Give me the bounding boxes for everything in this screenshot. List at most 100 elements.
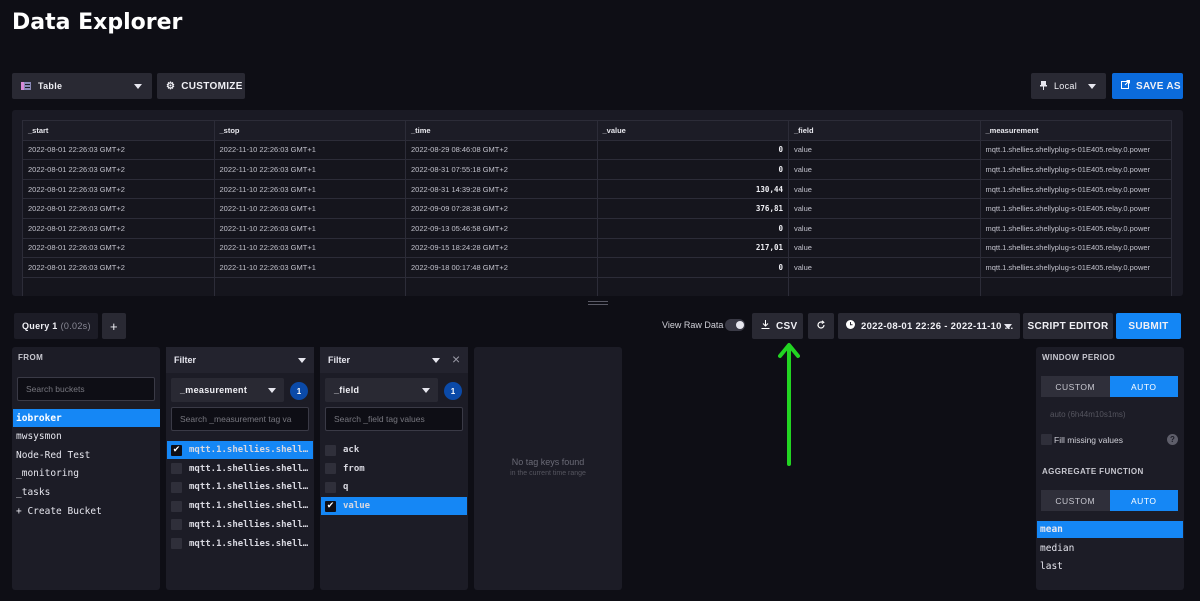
tag-value-label: ack [343, 445, 360, 455]
close-icon[interactable]: × [452, 351, 460, 367]
table-cell: 2022-08-01 22:26:03 GMT+2 [22, 139, 215, 161]
fill-missing-checkbox[interactable] [1041, 434, 1052, 445]
aggregate-function-item[interactable]: mean [1037, 521, 1183, 538]
empty-filter-panel: No tag keys found in the current time ra… [474, 347, 622, 590]
filter-header[interactable]: Filter [166, 347, 314, 373]
table-cell: 0 [596, 217, 789, 239]
aggregate-custom-button[interactable]: CUSTOM [1041, 490, 1110, 511]
aggregate-auto-button[interactable]: AUTO [1109, 490, 1178, 511]
aggregate-toggle: CUSTOM AUTO [1041, 490, 1178, 511]
tag-value-label: q [343, 482, 349, 493]
table-cell [788, 276, 981, 296]
from-panel: FROM Search buckets iobroker mwsysmon Node… [12, 347, 160, 590]
tag-value-label: mqtt.1.shellies.shell… [189, 445, 309, 455]
view-type-dropdown[interactable]: Table [12, 73, 152, 99]
tag-value-label: mqtt.1.shellies.shell… [189, 519, 309, 530]
filter-header[interactable]: Filter × [320, 347, 468, 373]
window-period-header: WINDOW PERIOD [1042, 353, 1116, 362]
tag-key-dropdown[interactable]: _measurement [171, 378, 284, 402]
results-table: _start _stop _time _value _field _measurement… [22, 120, 1172, 296]
checkbox-checked-icon[interactable]: ✔ [171, 444, 182, 456]
script-editor-button[interactable]: SCRIPT EDITOR [1023, 313, 1113, 339]
checkbox[interactable] [325, 481, 336, 493]
table-cell: 2022-08-31 14:39:28 GMT+2 [405, 178, 598, 200]
table-cell: 2022-08-01 22:26:03 GMT+2 [22, 178, 215, 200]
help-icon[interactable]: ? [1167, 434, 1178, 445]
filter-header-label: Filter [174, 355, 197, 365]
table-cell: value [788, 178, 981, 200]
add-query-button[interactable]: + [102, 313, 126, 339]
tag-value-label: mqtt.1.shellies.shell… [189, 463, 309, 474]
chevron-down-icon [1004, 324, 1012, 329]
customize-button[interactable]: ⚙ CUSTOMIZE [157, 73, 245, 99]
save-as-button[interactable]: SAVE AS [1112, 73, 1183, 99]
table-cell [979, 276, 1172, 296]
annotation-arrow-icon [778, 343, 800, 466]
tag-key-dropdown[interactable]: _field [325, 378, 438, 402]
table-cell: 2022-08-01 22:26:03 GMT+2 [22, 159, 215, 180]
table-cell: 217,01 [596, 237, 789, 259]
toggle-knob [736, 321, 744, 329]
time-range-dropdown[interactable]: 2022-08-01 22:26 - 2022-11-10 ... [838, 313, 1020, 339]
chevron-down-icon [298, 358, 306, 363]
add-icon: + [110, 318, 118, 334]
column-header[interactable]: _stop [213, 120, 406, 141]
csv-download-button[interactable]: CSV [752, 313, 803, 339]
checkbox[interactable] [171, 538, 182, 549]
view-type-label: Table [38, 81, 63, 91]
time-range-label: 2022-08-01 22:26 - 2022-11-10 ... [861, 320, 1014, 332]
checkbox[interactable] [325, 444, 336, 456]
export-icon [1121, 80, 1130, 92]
table-row: 2022-08-01 22:26:03 GMT+2 2022-11-10 22:2… [22, 198, 1172, 219]
bucket-item[interactable]: _tasks [13, 483, 160, 501]
window-auto-button[interactable]: AUTO [1109, 376, 1178, 397]
checkbox[interactable] [171, 519, 182, 531]
pin-icon [1040, 80, 1047, 92]
table-cell: mqtt.1.shellies.shellyplug-s-01E405.rela… [979, 217, 1172, 239]
bucket-item[interactable]: Node-Red Test [13, 446, 160, 464]
table-header-row: _start _stop _time _value _field _measurement [22, 120, 1172, 141]
table-body: 2022-08-01 22:26:03 GMT+2 2022-11-10 22:2… [22, 139, 1172, 296]
submit-button[interactable]: SUBMIT [1116, 313, 1181, 339]
selected-count-badge: 1 [444, 382, 462, 400]
bucket-item[interactable]: mwsysmon [13, 428, 160, 446]
checkbox[interactable] [171, 500, 182, 512]
table-cell: 2022-09-09 07:28:38 GMT+2 [405, 198, 598, 219]
tag-value-item[interactable]: ack [321, 441, 467, 459]
tag-value-item[interactable]: mqtt.1.shellies.shell… [167, 535, 313, 553]
aggregate-function-item[interactable]: median [1037, 540, 1183, 557]
query-tab[interactable]: Query 1 (0.02s) [14, 313, 98, 339]
timezone-dropdown[interactable]: Local [1031, 73, 1106, 99]
aggregate-function-item[interactable]: last [1037, 558, 1183, 575]
column-header[interactable]: _time [405, 120, 598, 141]
search-measurement-input[interactable]: Search _measurement tag va [171, 407, 309, 431]
checkbox[interactable] [325, 463, 336, 475]
column-header[interactable]: _measurement [979, 120, 1172, 141]
tag-value-item[interactable]: mqtt.1.shellies.shell… [167, 516, 313, 534]
table-cell: 2022-08-01 22:26:03 GMT+2 [22, 237, 215, 259]
refresh-button[interactable] [808, 313, 834, 339]
checkbox[interactable] [171, 481, 182, 493]
tag-value-item[interactable]: ✔ value [321, 497, 467, 516]
column-header[interactable]: _value [596, 120, 789, 141]
checkbox-checked-icon[interactable]: ✔ [325, 500, 336, 512]
tag-value-item[interactable]: q [321, 478, 467, 496]
tag-value-item[interactable]: ✔ mqtt.1.shellies.shell… [167, 441, 313, 459]
table-row: 2022-08-01 22:26:03 GMT+2 2022-11-10 22:2… [22, 237, 1172, 259]
column-header[interactable]: _field [788, 120, 981, 141]
raw-data-toggle[interactable] [725, 319, 745, 331]
resize-handle[interactable] [588, 301, 608, 305]
window-custom-button[interactable]: CUSTOM [1041, 376, 1110, 397]
search-field-input[interactable]: Search _field tag values [325, 407, 463, 431]
bucket-item[interactable]: + Create Bucket [13, 502, 160, 520]
tag-value-item[interactable]: mqtt.1.shellies.shell… [167, 497, 313, 515]
search-buckets-input[interactable]: Search buckets [17, 377, 155, 401]
bucket-item[interactable]: iobroker [13, 409, 160, 427]
tag-value-item[interactable]: mqtt.1.shellies.shell… [167, 478, 313, 496]
column-header[interactable]: _start [22, 120, 215, 141]
table-cell: 130,44 [596, 178, 789, 200]
tag-value-item[interactable]: from [321, 460, 467, 478]
bucket-item[interactable]: _monitoring [13, 465, 160, 483]
checkbox[interactable] [171, 463, 182, 475]
tag-value-item[interactable]: mqtt.1.shellies.shell… [167, 460, 313, 478]
